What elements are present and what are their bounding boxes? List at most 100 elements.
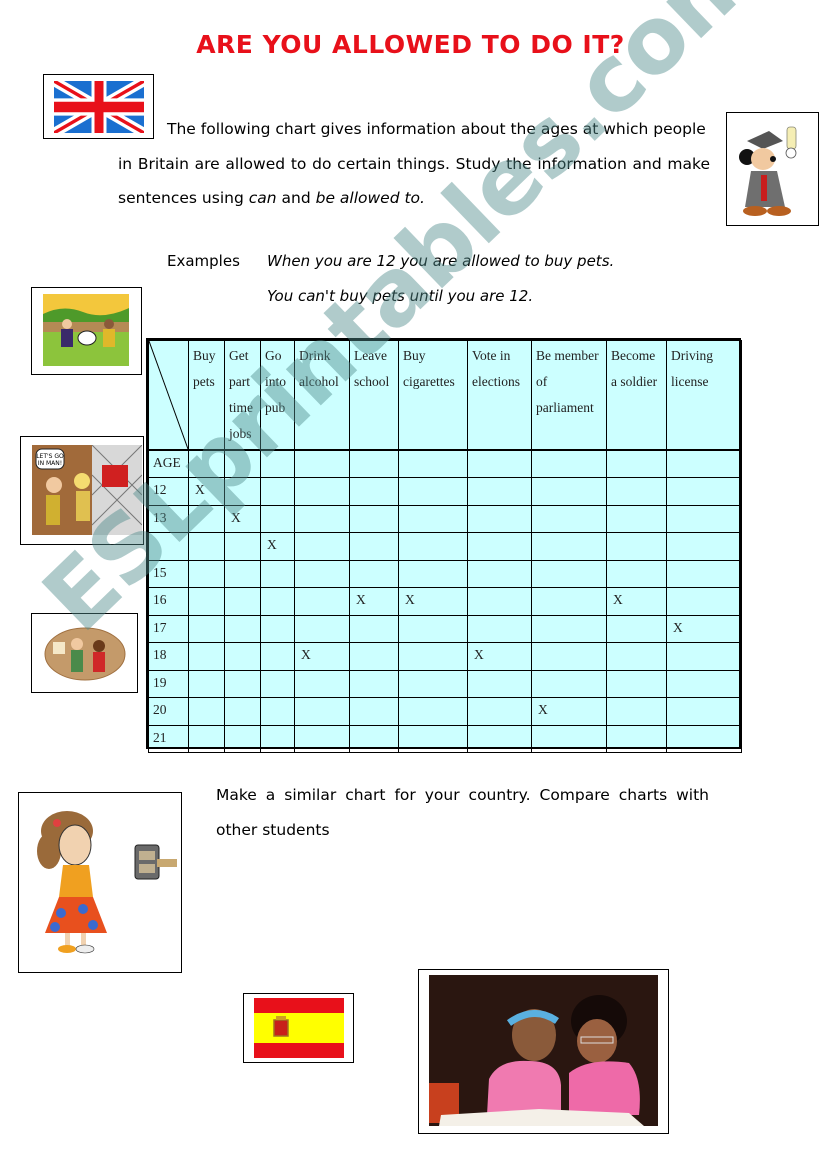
table-cell <box>188 614 225 643</box>
table-cell <box>188 532 225 561</box>
table-cell <box>294 724 350 753</box>
table-cell <box>224 614 261 643</box>
column-header-buy-pets: Buy pets <box>188 340 225 451</box>
table-row: 18 X X <box>148 642 742 671</box>
table-cell <box>398 559 468 588</box>
age-cell <box>148 532 189 561</box>
intro-line-2: in Britain are allowed to do certain thi… <box>118 154 710 173</box>
table-row: 15 <box>148 559 742 588</box>
example-line-1: When you are 12 you are allowed to buy p… <box>267 252 615 270</box>
age-label: AGE <box>148 449 189 478</box>
table-cell <box>531 614 607 643</box>
table-cell <box>260 559 295 588</box>
table-row: X <box>148 532 742 561</box>
examples-label: Examples <box>167 252 240 270</box>
intro-line-1: The following chart gives information ab… <box>167 120 706 138</box>
x-mark: X <box>673 619 683 635</box>
table-cell <box>294 449 350 478</box>
table-cell <box>666 669 742 698</box>
age-cell: 16 <box>148 587 189 616</box>
table-cell <box>606 477 667 506</box>
mickey-graduate-icon <box>739 126 797 216</box>
column-header-part-time-jobs: Get part time jobs <box>224 340 261 451</box>
table-cell-marked: X <box>531 697 607 726</box>
table-cell <box>260 724 295 753</box>
table-cell <box>349 477 399 506</box>
table-cell <box>606 614 667 643</box>
table-cell <box>531 477 607 506</box>
table-row: 21 <box>148 724 742 753</box>
table-cell <box>606 532 667 561</box>
lets-go-in-cartoon-frame: LET'S GO IN MAN! <box>20 436 144 545</box>
table-cell <box>606 559 667 588</box>
emphasis-be-allowed-to: be allowed to. <box>315 189 425 207</box>
girls-reading-photo-frame <box>418 969 669 1134</box>
column-header-buy-cigarettes: Buy cigarettes <box>398 340 468 451</box>
table-cell <box>398 724 468 753</box>
table-cell <box>260 697 295 726</box>
table-cell-marked: X <box>294 642 350 671</box>
table-cell <box>260 587 295 616</box>
age-cell: 12 <box>148 477 189 506</box>
table-cell <box>606 449 667 478</box>
table-cell <box>294 587 350 616</box>
table-cell <box>606 697 667 726</box>
age-cell: 20 <box>148 697 189 726</box>
table-cell <box>666 697 742 726</box>
table-cell <box>260 449 295 478</box>
table-row: 19 <box>148 669 742 698</box>
table-cell <box>666 504 742 533</box>
table-cell <box>531 642 607 671</box>
age-rows: 12 X 13 X X 15 16 X X X 17 X 18 X X 19 20 X 21 <box>148 477 742 753</box>
table-cell <box>294 614 350 643</box>
table-cell <box>398 669 468 698</box>
table-cell <box>349 449 399 478</box>
table-cell <box>224 587 261 616</box>
svg-text:LET'S GO: LET'S GO <box>36 453 64 460</box>
table-cell-marked: X <box>188 477 225 506</box>
table-cell <box>467 697 532 726</box>
age-label-row: AGE <box>148 449 742 478</box>
table-cell <box>467 724 532 753</box>
table-cell <box>294 669 350 698</box>
table-cell <box>398 449 468 478</box>
table-cell <box>349 559 399 588</box>
age-cell: 15 <box>148 559 189 588</box>
x-mark: X <box>613 592 623 607</box>
emphasis-can: can <box>248 189 277 207</box>
age-cell: 21 <box>148 724 189 753</box>
table-cell <box>188 449 225 478</box>
table-cell-marked: X <box>398 587 468 616</box>
intro-line-3-and: and <box>276 189 316 207</box>
intro-line-3: sentences using can and be allowed to. <box>118 181 710 216</box>
intro-paragraph: The following chart gives information ab… <box>118 112 710 216</box>
age-cell: 19 <box>148 669 189 698</box>
table-cell <box>531 532 607 561</box>
table-cell <box>606 724 667 753</box>
task-line-1: Make a similar chart for your country. C… <box>216 786 709 804</box>
table-cell <box>467 532 532 561</box>
table-cell <box>349 697 399 726</box>
column-header-driving-license: Driving license <box>666 340 742 451</box>
table-row: 13 X <box>148 504 742 533</box>
table-cell <box>224 724 261 753</box>
x-mark: X <box>301 647 311 662</box>
table-row: 17 X <box>148 614 742 643</box>
table-cell <box>666 642 742 671</box>
table-cell <box>349 669 399 698</box>
table-cell <box>224 697 261 726</box>
table-cell <box>349 614 399 643</box>
table-cell <box>531 559 607 588</box>
example-line-2: You can't buy pets until you are 12. <box>267 287 534 305</box>
table-cell <box>666 532 742 561</box>
table-cell <box>467 614 532 643</box>
column-header-drink-alcohol: Drink alcohol <box>294 340 350 451</box>
x-mark: X <box>405 592 415 607</box>
table-cell <box>349 504 399 533</box>
lets-go-in-cartoon-image: LET'S GO IN MAN! <box>32 445 142 535</box>
table-cell <box>531 669 607 698</box>
age-chart-table: Buy pets Get part time jobs Go into pub … <box>146 338 742 753</box>
table-cell <box>398 642 468 671</box>
x-mark: X <box>267 537 277 552</box>
table-cell <box>188 559 225 588</box>
